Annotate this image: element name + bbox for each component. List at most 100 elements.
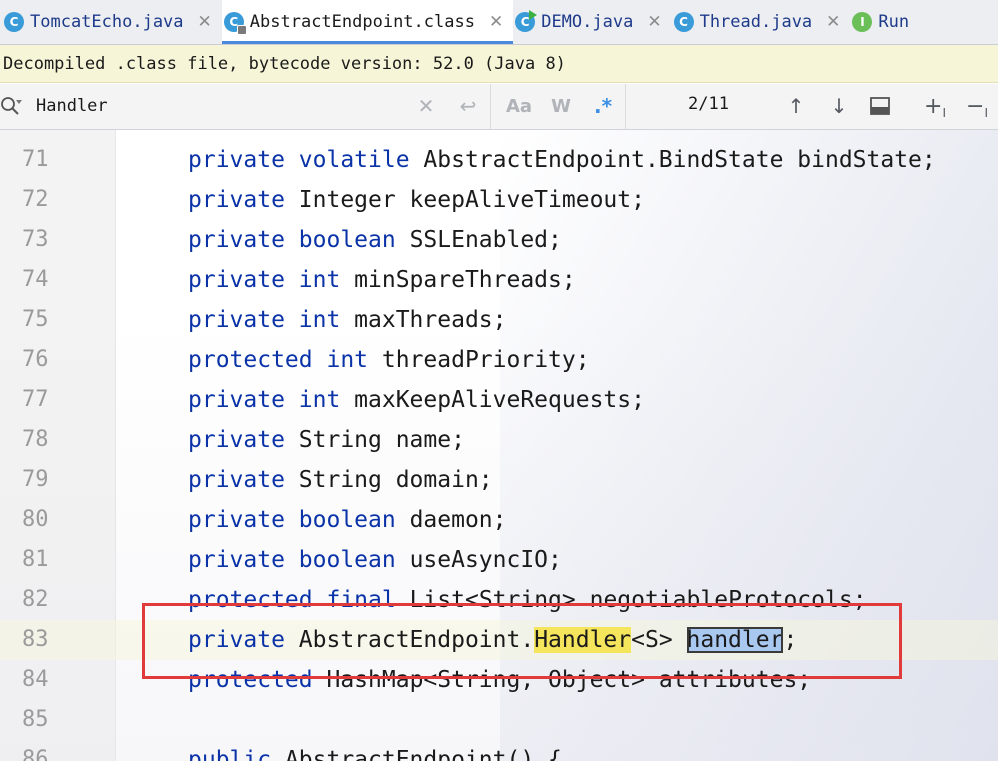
- remove-occurrence-icon[interactable]: − I: [962, 92, 992, 121]
- code-line[interactable]: 72 private Integer keepAliveTimeout;: [0, 180, 998, 220]
- code-line[interactable]: 73 private boolean SSLEnabled;: [0, 220, 998, 260]
- line-number: 76: [22, 347, 49, 372]
- keyword-token: private: [188, 267, 299, 293]
- tab-4[interactable]: I Run: [850, 0, 919, 44]
- tab-0[interactable]: C TomcatEcho.java ✕: [0, 0, 222, 44]
- close-tab-icon[interactable]: ✕: [198, 12, 212, 32]
- code-line[interactable]: 85: [0, 700, 998, 740]
- code-text: private String name;: [188, 420, 465, 460]
- keyword-token: private: [188, 507, 299, 533]
- code-token: maxThreads;: [354, 307, 507, 333]
- keyword-token: private: [188, 547, 299, 573]
- keyword-token: boolean: [298, 547, 410, 573]
- code-line[interactable]: 81 private boolean useAsyncIO;: [0, 540, 998, 580]
- code-token: daemon;: [409, 507, 507, 533]
- add-occurrence-icon[interactable]: + I: [920, 92, 950, 121]
- code-line[interactable]: 76 protected int threadPriority;: [0, 340, 998, 380]
- class-icon: C: [4, 12, 24, 32]
- line-number: 77: [22, 387, 49, 412]
- line-number: 79: [22, 467, 49, 492]
- line-number: 72: [22, 187, 49, 212]
- tab-label: Run: [878, 12, 910, 32]
- tab-label: Thread.java: [699, 12, 813, 32]
- code-token: minSpareThreads;: [354, 267, 576, 293]
- tab-label: AbstractEndpoint.class: [249, 12, 475, 32]
- code-text: private int maxThreads;: [188, 300, 507, 340]
- code-line[interactable]: 79 private String domain;: [0, 460, 998, 500]
- close-tab-icon[interactable]: ✕: [826, 12, 840, 32]
- keyword-token: private: [188, 227, 299, 253]
- code-line[interactable]: 78 private String name;: [0, 420, 998, 460]
- search-icon[interactable]: [0, 94, 22, 116]
- line-number: 80: [22, 507, 49, 532]
- tab-label: DEMO.java: [541, 12, 634, 32]
- next-occurrence-icon[interactable]: ↓: [826, 92, 852, 120]
- editor-tab-bar: C TomcatEcho.java ✕ C AbstractEndpoint.class…: [0, 0, 998, 45]
- banner-text: Decompiled .class file, bytecode version…: [3, 54, 566, 74]
- keyword-token: volatile: [298, 147, 424, 173]
- line-number: 81: [22, 547, 49, 572]
- keyword-token: private: [188, 147, 299, 173]
- line-number: 78: [22, 427, 49, 452]
- line-number: 82: [22, 587, 49, 612]
- line-number: 74: [22, 267, 49, 292]
- filter-search-results-icon[interactable]: [869, 95, 891, 117]
- class-locked-icon: C: [223, 12, 247, 35]
- keyword-token: private: [188, 307, 299, 333]
- line-number: 75: [22, 307, 49, 332]
- code-line[interactable]: 77 private int maxKeepAliveRequests;: [0, 380, 998, 420]
- code-text: protected int threadPriority;: [188, 340, 590, 380]
- code-line[interactable]: 86 public AbstractEndpoint() {: [0, 740, 998, 761]
- keyword-token: protected: [188, 347, 327, 373]
- code-token: maxKeepAliveRequests;: [354, 387, 645, 413]
- previous-occurrence-icon[interactable]: ↑: [783, 92, 809, 120]
- keyword-token: public: [188, 747, 285, 761]
- keyword-token: private: [188, 427, 299, 453]
- keyword-token: private: [188, 187, 299, 213]
- line-number: 83: [22, 627, 49, 652]
- class-icon: C: [673, 12, 694, 32]
- line-number: 71: [22, 147, 49, 172]
- code-token: AbstractEndpoint() {: [284, 747, 562, 761]
- code-line[interactable]: 71 private volatile AbstractEndpoint.Bind…: [0, 140, 998, 180]
- code-line[interactable]: 75 private int maxThreads;: [0, 300, 998, 340]
- keyword-token: boolean: [298, 227, 410, 253]
- regex-toggle[interactable]: .*: [590, 92, 616, 120]
- tab-3[interactable]: C Thread.java ✕: [672, 0, 851, 44]
- code-token: threadPriority;: [381, 347, 590, 373]
- close-tab-icon[interactable]: ✕: [647, 12, 661, 32]
- interface-icon: I: [852, 12, 873, 32]
- find-bar-divider: [625, 84, 626, 129]
- code-line[interactable]: 74 private int minSpareThreads;: [0, 260, 998, 300]
- code-text: private boolean SSLEnabled;: [188, 220, 562, 260]
- keyword-token: private: [188, 387, 299, 413]
- new-line-icon[interactable]: ↩: [454, 92, 482, 120]
- match-case-toggle[interactable]: Aa: [506, 92, 532, 120]
- search-input[interactable]: [36, 93, 416, 119]
- close-tab-icon[interactable]: ✕: [489, 12, 503, 32]
- code-token: String domain;: [298, 467, 493, 493]
- code-text: private boolean daemon;: [188, 500, 507, 540]
- code-editor[interactable]: 71 private volatile AbstractEndpoint.Bind…: [0, 130, 998, 761]
- line-number: 86: [22, 747, 49, 761]
- code-text: private int minSpareThreads;: [188, 260, 576, 300]
- tab-2[interactable]: C DEMO.java ✕: [513, 0, 671, 44]
- runnable-class-icon: C: [515, 10, 538, 32]
- code-text: private int maxKeepAliveRequests;: [188, 380, 645, 420]
- keyword-token: int: [326, 347, 382, 373]
- code-token: SSLEnabled;: [409, 227, 562, 253]
- clear-search-icon[interactable]: ✕: [414, 92, 438, 120]
- keyword-token: boolean: [298, 507, 410, 533]
- code-token: AbstractEndpoint.BindState bindState;: [423, 147, 936, 173]
- code-text: private boolean useAsyncIO;: [188, 540, 562, 580]
- tab-1[interactable]: C AbstractEndpoint.class ✕: [221, 0, 514, 44]
- find-bar: ✕ ↩ Aa W .* 2/11 ↑ ↓ +I −I: [0, 84, 998, 130]
- keyword-token: int: [298, 387, 355, 413]
- search-input-wrap: ✕ ↩: [0, 84, 491, 129]
- decompiled-info-banner: Decompiled .class file, bytecode version…: [0, 45, 998, 83]
- words-toggle[interactable]: W: [548, 92, 574, 120]
- annotation-highlight-box: [142, 603, 902, 679]
- code-line[interactable]: 80 private boolean daemon;: [0, 500, 998, 540]
- code-token: useAsyncIO;: [409, 547, 562, 573]
- tab-label: TomcatEcho.java: [30, 12, 184, 32]
